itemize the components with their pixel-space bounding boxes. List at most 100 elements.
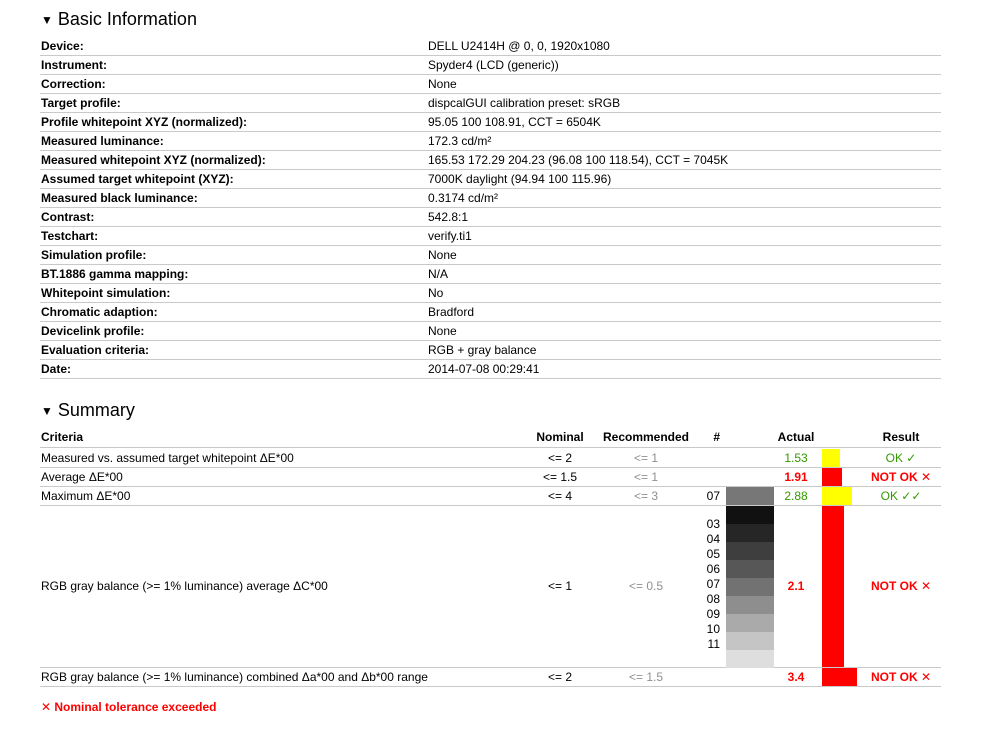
info-label: Instrument:	[41, 58, 107, 72]
recommended-cell: <= 1	[633, 451, 659, 465]
info-row: Testchart: verify.ti1	[40, 227, 941, 246]
header-number: #	[713, 430, 720, 444]
recommended-cell: <= 1.5	[628, 670, 664, 684]
info-label: Measured luminance:	[41, 134, 164, 148]
info-value: 0.3174 cd/m²	[428, 191, 499, 205]
criteria-cell: Maximum ΔE*00	[41, 489, 131, 503]
info-value: 2014-07-08 00:29:41	[428, 362, 540, 376]
result-cell: OK ✓	[885, 451, 917, 465]
gray-patch-number: 05	[706, 547, 720, 561]
info-label: Measured whitepoint XYZ (normalized):	[41, 153, 266, 167]
info-label: Evaluation criteria:	[41, 343, 150, 357]
gray-patch-number: 06	[706, 562, 720, 576]
summary-heading[interactable]: ▼ Summary	[41, 400, 135, 421]
info-row: Date: 2014-07-08 00:29:41	[40, 360, 941, 379]
info-row: Instrument: Spyder4 (LCD (generic))	[40, 56, 941, 75]
info-label: Testchart:	[41, 229, 99, 243]
criteria-cell: RGB gray balance (>= 1% luminance) combi…	[41, 670, 428, 684]
gray-swatch	[726, 596, 774, 614]
info-value: 95.05 100 108.91, CCT = 6504K	[428, 115, 601, 129]
nominal-cell: <= 2	[547, 670, 573, 684]
info-label: Measured black luminance:	[41, 191, 198, 205]
nominal-cell: <= 1	[547, 579, 573, 593]
info-label: Chromatic adaption:	[41, 305, 158, 319]
info-label: Profile whitepoint XYZ (normalized):	[41, 115, 248, 129]
info-label: Whitepoint simulation:	[41, 286, 171, 300]
info-row: Devicelink profile: None	[40, 322, 941, 341]
tolerance-note: ✕ Nominal tolerance exceeded	[41, 700, 217, 714]
basic-info-heading[interactable]: ▼ Basic Information	[41, 9, 197, 30]
actual-cell: 1.91	[784, 470, 808, 484]
info-value: None	[428, 248, 457, 262]
collapse-triangle-icon[interactable]: ▼	[41, 404, 53, 418]
basic-info-title: Basic Information	[57, 9, 197, 29]
info-value: Spyder4 (LCD (generic))	[428, 58, 559, 72]
info-row: Assumed target whitepoint (XYZ): 7000K da…	[40, 170, 941, 189]
nominal-cell: <= 2	[547, 451, 573, 465]
info-row: Correction: None	[40, 75, 941, 94]
criteria-cell: Average ΔE*00	[41, 470, 123, 484]
result-bar	[822, 506, 844, 667]
info-label: Simulation profile:	[41, 248, 147, 262]
info-label: Date:	[41, 362, 72, 376]
info-value: 172.3 cd/m²	[428, 134, 492, 148]
collapse-triangle-icon[interactable]: ▼	[41, 13, 53, 27]
info-row: Measured luminance: 172.3 cd/m²	[40, 132, 941, 151]
info-row: Measured black luminance: 0.3174 cd/m²	[40, 189, 941, 208]
result-cell: NOT OK ✕	[870, 579, 932, 593]
max-delta-swatch	[726, 487, 774, 505]
summary-title: Summary	[57, 400, 135, 420]
gray-swatch	[726, 632, 774, 650]
info-value: None	[428, 324, 457, 338]
info-label: BT.1886 gamma mapping:	[41, 267, 189, 281]
info-row: Target profile: dispcalGUI calibration pr…	[40, 94, 941, 113]
gray-swatch	[726, 506, 774, 524]
info-value: RGB + gray balance	[428, 343, 537, 357]
gray-patch-number: 08	[706, 592, 720, 606]
header-criteria: Criteria	[41, 430, 84, 444]
info-label: Assumed target whitepoint (XYZ):	[41, 172, 234, 186]
info-row: Device: DELL U2414H @ 0, 0, 1920x1080	[40, 37, 941, 56]
gray-swatch	[726, 560, 774, 578]
gray-swatch	[726, 542, 774, 560]
gray-swatch	[726, 578, 774, 596]
info-row: Whitepoint simulation: No	[40, 284, 941, 303]
info-value: 542.8:1	[428, 210, 469, 224]
recommended-cell: <= 0.5	[628, 579, 664, 593]
info-value: DELL U2414H @ 0, 0, 1920x1080	[428, 39, 610, 53]
actual-cell: 3.4	[787, 670, 805, 684]
row-divider	[40, 447, 941, 448]
gray-patch-number: 10	[706, 622, 720, 636]
gray-patch-number: 04	[706, 532, 720, 546]
info-value: 165.53 172.29 204.23 (96.08 100 118.54),…	[428, 153, 729, 167]
criteria-cell: Measured vs. assumed target whitepoint Δ…	[41, 451, 294, 465]
info-value: No	[428, 286, 444, 300]
info-label: Correction:	[41, 77, 106, 91]
patch-number: 07	[706, 489, 720, 503]
info-row: Contrast: 542.8:1	[40, 208, 941, 227]
recommended-cell: <= 3	[633, 489, 659, 503]
result-bar	[822, 449, 840, 467]
actual-cell: 2.1	[787, 579, 805, 593]
info-value: 7000K daylight (94.94 100 115.96)	[428, 172, 612, 186]
gray-swatch	[726, 650, 774, 668]
row-divider	[40, 686, 941, 687]
basic-info-table: Device: DELL U2414H @ 0, 0, 1920x1080 Inst…	[40, 37, 941, 379]
criteria-cell: RGB gray balance (>= 1% luminance) avera…	[41, 579, 328, 593]
info-row: Measured whitepoint XYZ (normalized): 165…	[40, 151, 941, 170]
result-bar	[822, 668, 857, 686]
recommended-cell: <= 1	[633, 470, 659, 484]
gray-swatch	[726, 614, 774, 632]
info-row: Evaluation criteria: RGB + gray balance	[40, 341, 941, 360]
info-row: Chromatic adaption: Bradford	[40, 303, 941, 322]
gray-patch-number: 07	[706, 577, 720, 591]
result-cell: NOT OK ✕	[870, 470, 932, 484]
info-label: Device:	[41, 39, 84, 53]
gray-patch-number: 11	[707, 637, 720, 651]
gray-swatch	[726, 524, 774, 542]
actual-cell: 2.88	[784, 489, 808, 503]
info-value: None	[428, 77, 457, 91]
info-label: Contrast:	[41, 210, 95, 224]
info-value: Bradford	[428, 305, 475, 319]
info-label: Devicelink profile:	[41, 324, 145, 338]
